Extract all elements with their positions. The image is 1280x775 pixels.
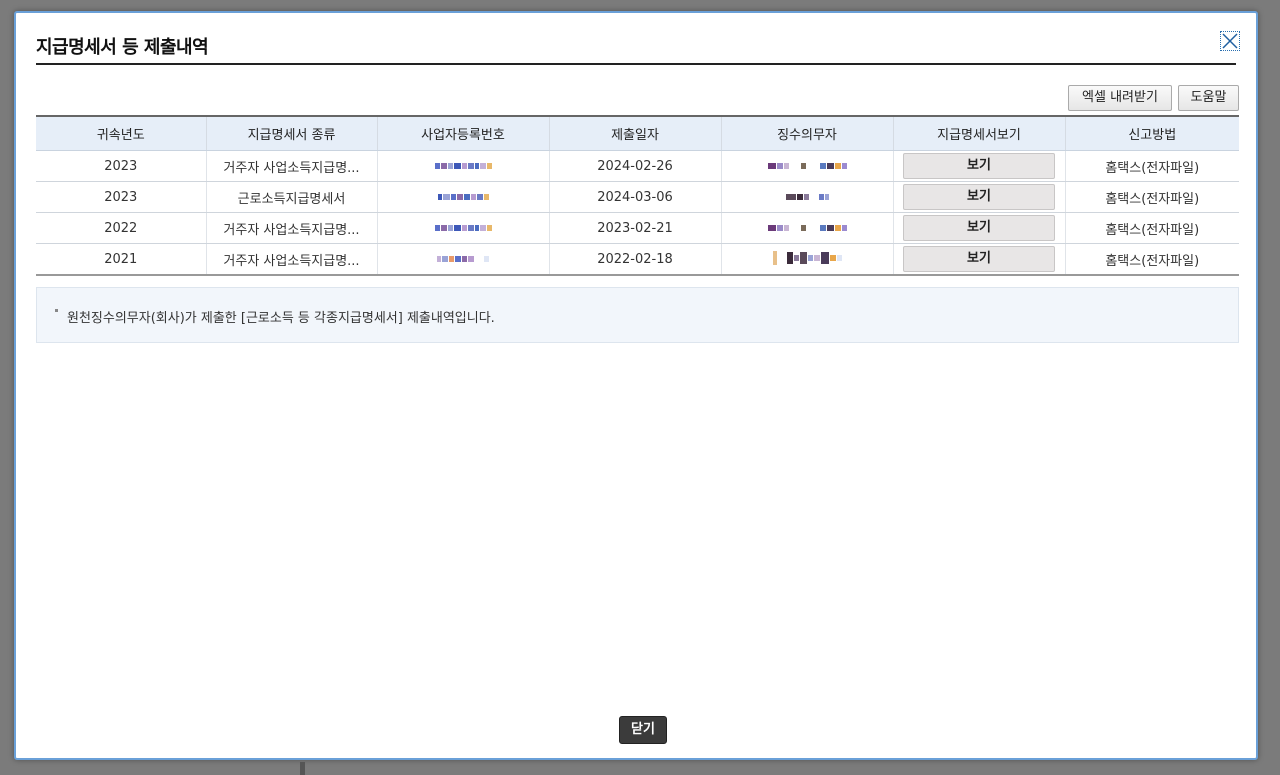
- redacted-mosaic: [434, 157, 492, 175]
- cell-withholding-agent-redacted: [720, 150, 893, 182]
- header-withholding-agent: 징수의무자: [720, 115, 893, 151]
- cell-type: 거주자 사업소득지급명...: [205, 212, 377, 244]
- bullet-icon: [55, 309, 58, 312]
- cell-submit-date: 2024-03-06: [548, 181, 721, 213]
- submission-table: 귀속년도 지급명세서 종류 사업자등록번호 제출일자 징수의무자 지급명세서보기…: [36, 115, 1239, 276]
- redacted-mosaic: [434, 219, 492, 237]
- table-header-row: 귀속년도 지급명세서 종류 사업자등록번호 제출일자 징수의무자 지급명세서보기…: [36, 115, 1239, 151]
- header-submit-date: 제출일자: [548, 115, 721, 151]
- cell-year: 2023: [36, 150, 206, 182]
- cell-type: 근로소득지급명세서: [205, 181, 377, 213]
- cell-view: 보기: [892, 212, 1065, 244]
- cell-report-method: 홈택스(전자파일): [1064, 243, 1239, 276]
- redacted-mosaic: [437, 188, 489, 206]
- view-statement-button[interactable]: 보기: [903, 246, 1055, 272]
- redacted-mosaic: [767, 157, 847, 175]
- excel-download-button[interactable]: 엑셀 내려받기: [1068, 85, 1172, 111]
- info-note-text: 원천징수의무자(회사)가 제출한 [근로소득 등 각종지급명세서] 제출내역입니…: [67, 311, 495, 326]
- title-divider: [36, 63, 1236, 65]
- header-business-number: 사업자등록번호: [376, 115, 549, 151]
- cell-business-number-redacted: [376, 181, 549, 213]
- cell-business-number-redacted: [376, 243, 549, 276]
- cell-year: 2021: [36, 243, 206, 276]
- header-type: 지급명세서 종류: [205, 115, 377, 151]
- close-icon[interactable]: [1220, 31, 1240, 51]
- view-statement-button[interactable]: 보기: [903, 153, 1055, 179]
- cell-withholding-agent-redacted: [720, 212, 893, 244]
- table-row: 2023 거주자 사업소득지급명... 2024-02-26 보기 홈택스(전자…: [36, 150, 1239, 182]
- cell-submit-date: 2022-02-18: [548, 243, 721, 276]
- cell-report-method: 홈택스(전자파일): [1064, 181, 1239, 213]
- cell-report-method: 홈택스(전자파일): [1064, 212, 1239, 244]
- cell-report-method: 홈택스(전자파일): [1064, 150, 1239, 182]
- redacted-mosaic: [437, 250, 489, 268]
- help-button[interactable]: 도움말: [1178, 85, 1239, 111]
- cell-business-number-redacted: [376, 150, 549, 182]
- cell-year: 2023: [36, 181, 206, 213]
- cell-type: 거주자 사업소득지급명...: [205, 150, 377, 182]
- redacted-mosaic: [767, 219, 847, 237]
- cell-submit-date: 2024-02-26: [548, 150, 721, 182]
- submission-history-dialog: 지급명세서 등 제출내역 엑셀 내려받기 도움말 귀속년도 지급명세서 종류 사…: [14, 11, 1258, 760]
- cell-submit-date: 2023-02-21: [548, 212, 721, 244]
- cell-year: 2022: [36, 212, 206, 244]
- cell-view: 보기: [892, 150, 1065, 182]
- table-row: 2022 거주자 사업소득지급명... 2023-02-21 보기 홈택스(전자…: [36, 212, 1239, 244]
- view-statement-button[interactable]: 보기: [903, 184, 1055, 210]
- cell-view: 보기: [892, 181, 1065, 213]
- cell-withholding-agent-redacted: [720, 243, 893, 276]
- table-row: 2023 근로소득지급명세서 2024-03-06 보기 홈택스(전자파일): [36, 181, 1239, 213]
- header-year: 귀속년도: [36, 115, 206, 151]
- redacted-mosaic: [785, 188, 829, 206]
- cell-type: 거주자 사업소득지급명...: [205, 243, 377, 276]
- close-button[interactable]: 닫기: [619, 716, 667, 744]
- table-row: 2021 거주자 사업소득지급명... 2022-02-18 보기 홈택스(전자…: [36, 243, 1239, 276]
- dialog-title: 지급명세서 등 제출내역: [36, 37, 209, 58]
- header-view: 지급명세서보기: [892, 115, 1065, 151]
- view-statement-button[interactable]: 보기: [903, 215, 1055, 241]
- info-note-box: 원천징수의무자(회사)가 제출한 [근로소득 등 각종지급명세서] 제출내역입니…: [36, 287, 1239, 343]
- cell-withholding-agent-redacted: [720, 181, 893, 213]
- header-report-method: 신고방법: [1064, 115, 1239, 151]
- background-divider: [300, 762, 305, 775]
- cell-view: 보기: [892, 243, 1065, 276]
- cell-business-number-redacted: [376, 212, 549, 244]
- redacted-mosaic: [772, 249, 842, 267]
